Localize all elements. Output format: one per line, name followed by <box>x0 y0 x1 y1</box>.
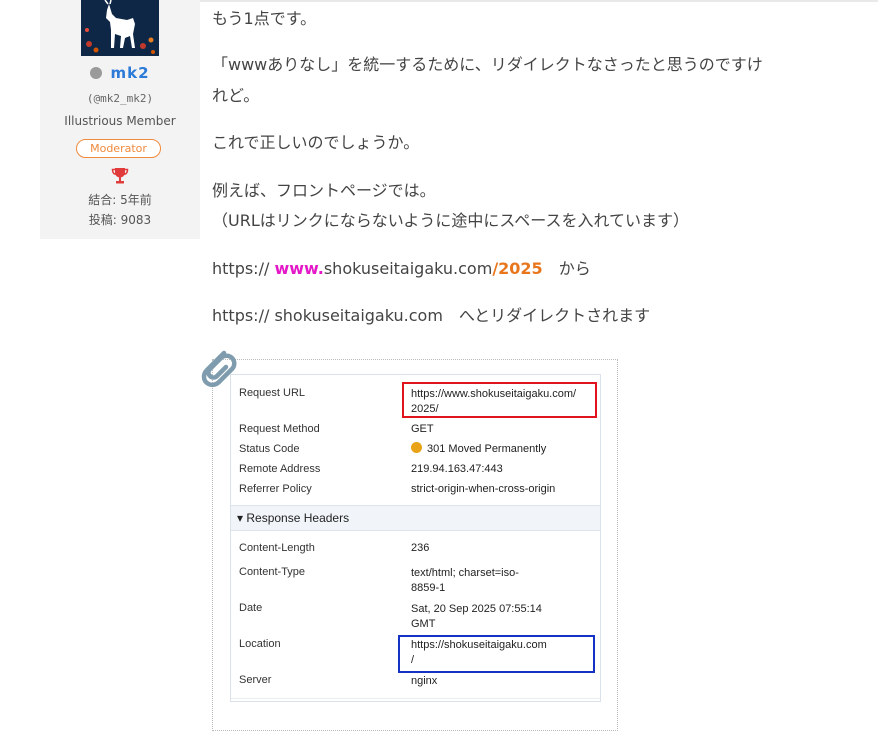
example-url-line: https:// www.shokuseitaigaku.com/2025 から <box>212 255 591 279</box>
author-profile-panel: mk2 (@mk2_mk2) Illustrious Member Modera… <box>40 0 200 239</box>
header-value: Sat, 20 Sep 2025 07:55:14 GMT <box>411 603 542 630</box>
author-name-row: mk2 <box>40 64 200 82</box>
post-line: （URLはリンクにならないように途中にスペースを入れています） <box>212 211 690 230</box>
top-divider <box>200 0 878 2</box>
location-highlight <box>398 635 595 673</box>
author-name[interactable]: mk2 <box>110 64 149 82</box>
header-label: Location <box>239 638 281 650</box>
request-url-highlight <box>402 382 597 418</box>
avatar[interactable] <box>81 0 159 56</box>
deer-avatar-icon <box>81 0 159 56</box>
response-headers-section[interactable]: ▾ Response Headers <box>231 505 600 531</box>
url-prefix: https:// <box>212 259 275 278</box>
header-value: 236 <box>411 542 430 554</box>
header-value: nginx <box>411 675 438 687</box>
header-value: strict-origin-when-cross-origin <box>411 483 556 495</box>
post-line: 例えば、フロントページでは。 <box>212 181 436 200</box>
header-value: text/html; charset=iso- 8859-1 <box>411 567 519 594</box>
post-line: これで正しいのでしょうか。 <box>212 133 420 152</box>
header-label: Remote Address <box>239 463 321 475</box>
header-value: 219.94.163.47:443 <box>411 463 503 475</box>
joined-stat: 結合: 5年前 <box>88 193 152 207</box>
status-code-text: 301 Moved Permanently <box>427 443 547 455</box>
url-www: www. <box>274 259 324 278</box>
header-label: Date <box>239 602 263 614</box>
header-label: Status Code <box>239 443 300 455</box>
header-label: Referrer Policy <box>239 483 312 495</box>
posts-stat: 投稿: 9083 <box>88 213 152 227</box>
post-line: 「wwwありなし」を統一するために、リダイレクトなさったと思うのですけ <box>212 55 763 74</box>
redirect-line: https:// shokuseitaigaku.com へとリダイレクトされま… <box>212 306 651 325</box>
url-domain: shokuseitaigaku.com <box>323 259 493 278</box>
header-label: Server <box>239 674 272 686</box>
moderator-badge: Moderator <box>76 139 161 158</box>
trophy-icon <box>111 168 129 184</box>
url-path: 2025 <box>498 259 543 278</box>
post-line: もう1点です。 <box>212 9 317 28</box>
header-value: GET <box>411 423 434 435</box>
status-dot-icon <box>90 67 103 79</box>
header-label: Request Method <box>239 423 320 435</box>
header-label: Content-Type <box>239 566 306 578</box>
header-label: Request URL <box>239 387 306 399</box>
status-code-value: 301 Moved Permanently <box>411 442 596 457</box>
panel-bottom-divider <box>231 698 600 699</box>
header-label: Content-Length <box>239 542 315 554</box>
author-handle: (@mk2_mk2) <box>86 92 154 105</box>
post-line: れど。 <box>212 86 260 105</box>
author-rank: Illustrious Member <box>64 114 176 128</box>
status-warning-dot-icon <box>411 442 422 453</box>
url-suffix: から <box>542 259 591 278</box>
